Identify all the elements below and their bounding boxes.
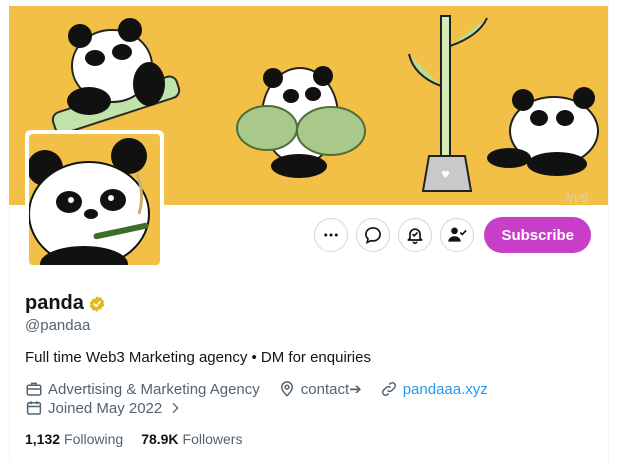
profile-bio: Full time Web3 Marketing agency • DM for…: [25, 349, 371, 366]
verified-badge-icon[interactable]: [88, 295, 106, 313]
profile-handle: @pandaa: [25, 317, 91, 334]
following-stat[interactable]: 1,132 Following: [25, 431, 123, 447]
following-count: 1,132: [25, 431, 61, 447]
followers-count: 78.9K: [141, 431, 179, 447]
more-button[interactable]: [314, 218, 349, 252]
profile-name-row: panda: [25, 292, 106, 315]
subscribe-button[interactable]: Subscribe: [484, 217, 591, 253]
message-button[interactable]: [356, 218, 391, 252]
profile-website[interactable]: pandaaa.xyz: [380, 380, 488, 398]
profile-joined-label: Joined May 2022: [48, 399, 163, 417]
profile-joined-row[interactable]: Joined May 2022: [25, 399, 201, 417]
profile-category: Advertising & Marketing Agency: [25, 380, 260, 398]
following-button[interactable]: [440, 218, 475, 252]
banner-signature: NVB: [565, 192, 588, 205]
notification-bell-icon: [407, 228, 423, 245]
profile-stats: 1,132 Following 78.9K Followers: [25, 431, 242, 447]
following-label: Following: [64, 431, 124, 447]
avatar[interactable]: [25, 130, 164, 269]
follow-check-icon: [448, 227, 468, 242]
profile-name: panda: [25, 292, 84, 314]
profile-joined[interactable]: Joined May 2022: [25, 399, 183, 417]
more-icon: [324, 233, 339, 237]
followers-stat[interactable]: 78.9K Followers: [141, 431, 242, 447]
chevron-right-icon: [172, 402, 179, 414]
avatar-image: [29, 134, 160, 265]
briefcase-icon: [26, 382, 42, 396]
message-icon: [365, 227, 382, 244]
profile-location[interactable]: contact➔: [278, 380, 362, 398]
followers-label: Followers: [182, 431, 243, 447]
link-icon: [381, 381, 396, 397]
profile-location-label: contact➔: [300, 381, 362, 398]
calendar-icon: [26, 401, 42, 415]
svg-text:♥: ♥: [441, 170, 450, 181]
profile-meta-row: Advertising & Marketing Agency contact➔ …: [25, 380, 506, 398]
notifications-button[interactable]: [398, 218, 433, 252]
profile-category-label: Advertising & Marketing Agency: [48, 380, 260, 398]
location-icon: [280, 381, 293, 397]
profile-website-link[interactable]: pandaaa.xyz: [403, 381, 488, 398]
profile-actions: Subscribe: [314, 217, 591, 253]
